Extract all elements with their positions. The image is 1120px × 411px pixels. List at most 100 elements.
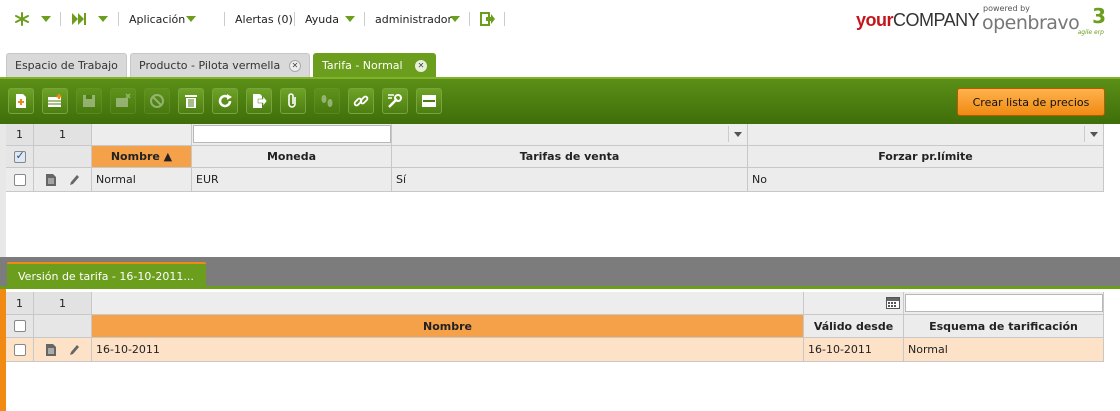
- help-menu[interactable]: Ayuda: [305, 11, 339, 27]
- row-checkbox[interactable]: [13, 343, 26, 356]
- openbravo-logo: powered by openbravo 3 agile erp: [982, 4, 1114, 36]
- application-menu-label: Aplicación: [129, 12, 186, 26]
- filter-valido-desde[interactable]: [804, 292, 904, 315]
- create-price-list-label: Crear lista de precios: [972, 95, 1090, 109]
- save-button[interactable]: [76, 88, 102, 114]
- price-list-grid: 1 1 Nombre ▲ Moneda Tarifas de venta For…: [6, 124, 1120, 257]
- save-icon: [83, 95, 95, 107]
- tab-label: Tarifa - Normal: [322, 59, 403, 72]
- nav-divider: [118, 12, 119, 26]
- cell-tarifas-venta[interactable]: Sí: [392, 168, 748, 192]
- filter-nombre[interactable]: [92, 124, 192, 146]
- column-header-moneda[interactable]: Moneda: [192, 146, 392, 168]
- column-header-tarifas-venta[interactable]: Tarifas de venta: [392, 146, 748, 168]
- cell-nombre[interactable]: Normal: [92, 168, 192, 192]
- attachment-button[interactable]: [280, 88, 306, 114]
- undo-button[interactable]: [110, 88, 136, 114]
- user-menu-label: administrador: [375, 12, 453, 26]
- cell-forzar-limite[interactable]: No: [748, 168, 1104, 192]
- edit-pencil-icon[interactable]: [68, 173, 80, 187]
- create-price-list-button[interactable]: Crear lista de precios: [957, 88, 1105, 116]
- application-menu-chevron-icon[interactable]: [186, 11, 196, 27]
- row-checkbox-cell: [6, 338, 34, 362]
- open-form-icon[interactable]: [45, 173, 57, 187]
- filter-esquema-input[interactable]: [905, 294, 1103, 312]
- tab-label: Producto - Pilota vermella: [139, 59, 281, 72]
- alerts-link[interactable]: Alertas (0): [235, 11, 293, 27]
- refresh-button[interactable]: [212, 88, 238, 114]
- row-checkbox-cell: [6, 168, 34, 192]
- cell-valido-desde[interactable]: 16-10-2011: [804, 338, 904, 362]
- filter-nombre[interactable]: [92, 292, 804, 315]
- select-all-checkbox[interactable]: [13, 149, 26, 163]
- quick-create-icon[interactable]: [71, 11, 87, 27]
- audit-trail-button[interactable]: [314, 88, 340, 114]
- column-header-nombre[interactable]: Nombre: [92, 315, 804, 338]
- application-menu[interactable]: Aplicación: [129, 11, 185, 27]
- user-menu-chevron-icon[interactable]: [450, 11, 460, 27]
- new-row-icon: [48, 94, 62, 107]
- column-header-label: Moneda: [266, 150, 317, 163]
- delete-button[interactable]: [178, 88, 204, 114]
- column-header-label: Válido desde: [813, 319, 894, 333]
- price-list-version-grid: 1 1 Nombre Válido desde Esquema de tarif…: [6, 292, 1120, 411]
- help-menu-chevron-icon[interactable]: [345, 11, 355, 27]
- header-spacer: [34, 315, 92, 338]
- new-row-button[interactable]: [42, 88, 68, 114]
- nav-divider: [469, 12, 470, 26]
- filter-tarifas-venta[interactable]: [392, 124, 748, 146]
- cell-esquema[interactable]: Normal: [904, 338, 1104, 362]
- layout-button[interactable]: [416, 88, 442, 114]
- alerts-label: Alertas (0): [235, 12, 293, 26]
- tab-price-list[interactable]: Tarifa - Normal ✕: [313, 53, 436, 77]
- close-icon[interactable]: ✕: [289, 60, 301, 72]
- tab-workspace[interactable]: Espacio de Trabajo: [6, 53, 127, 77]
- cell-moneda[interactable]: EUR: [192, 168, 392, 192]
- link-button[interactable]: [348, 88, 374, 114]
- openbravo-3-mark: 3: [1092, 4, 1106, 28]
- filter-forzar-limite[interactable]: [748, 124, 1104, 146]
- tools-icon: [388, 94, 402, 108]
- quick-launch-icon[interactable]: [14, 11, 30, 27]
- undo-icon: [116, 93, 131, 107]
- quick-launch-chevron-icon[interactable]: [41, 11, 51, 27]
- tab-product[interactable]: Producto - Pilota vermella ✕: [130, 53, 310, 77]
- calendar-icon[interactable]: [886, 297, 900, 309]
- new-document-icon: [16, 94, 26, 108]
- select-all-checkbox[interactable]: [13, 320, 26, 332]
- filter-esquema-cell: [904, 292, 1104, 315]
- company-logo: yourCOMPANY: [856, 10, 980, 30]
- quick-create-chevron-icon[interactable]: [98, 11, 108, 27]
- column-header-nombre[interactable]: Nombre ▲: [92, 146, 192, 168]
- tools-button[interactable]: [382, 88, 408, 114]
- selected-count: 1: [6, 124, 34, 146]
- column-header-forzar-limite[interactable]: Forzar pr.límite: [748, 146, 1104, 168]
- user-menu[interactable]: administrador: [375, 11, 452, 27]
- chevron-down-icon[interactable]: [1084, 126, 1102, 142]
- tab-label: Espacio de Trabajo: [15, 59, 118, 72]
- nav-divider: [364, 12, 365, 26]
- chevron-down-icon[interactable]: [728, 126, 746, 142]
- close-icon[interactable]: ✕: [415, 60, 427, 72]
- row-actions: [34, 338, 92, 362]
- export-icon: [253, 94, 267, 108]
- cancel-button[interactable]: [144, 88, 170, 114]
- cell-nombre[interactable]: 16-10-2011: [92, 338, 804, 362]
- column-header-label: Esquema de tarificación: [929, 319, 1078, 333]
- filter-moneda-input[interactable]: [193, 125, 391, 143]
- tab-price-list-version[interactable]: Versión de tarifa - 16-10-2011...: [7, 262, 206, 289]
- nav-divider: [224, 12, 225, 26]
- row-checkbox[interactable]: [13, 173, 26, 186]
- top-navigation: Aplicación Alertas (0) Ayuda administrad…: [0, 0, 1120, 38]
- export-button[interactable]: [246, 88, 272, 114]
- link-icon: [353, 95, 369, 107]
- record-count: 1: [34, 124, 92, 146]
- open-form-icon[interactable]: [45, 343, 57, 357]
- column-header-valido-desde[interactable]: Válido desde: [804, 315, 904, 338]
- new-document-button[interactable]: [8, 88, 34, 114]
- edit-pencil-icon[interactable]: [68, 343, 80, 357]
- main-toolbar: Crear lista de precios: [0, 77, 1120, 124]
- column-header-esquema[interactable]: Esquema de tarificación: [904, 315, 1104, 338]
- nav-divider: [60, 12, 61, 26]
- logout-icon[interactable]: [480, 11, 496, 27]
